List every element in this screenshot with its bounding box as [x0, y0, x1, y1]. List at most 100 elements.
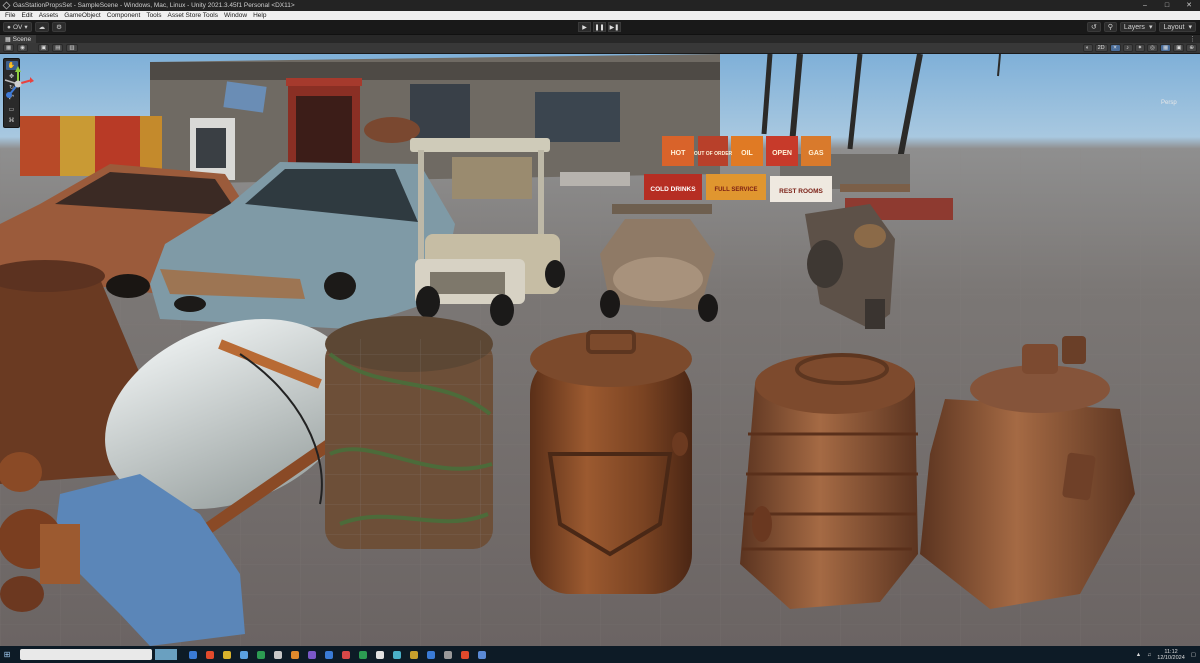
window-title: GasStationPropsSet - SampleScene - Windo… — [13, 2, 295, 9]
chevron-down-icon: ▾ — [24, 24, 28, 31]
tab-scene-label: Scene — [12, 35, 32, 43]
app-icon[interactable] — [444, 650, 452, 659]
app-icon[interactable] — [393, 650, 401, 659]
effects-toggle[interactable]: ✦ — [1134, 44, 1146, 52]
title-bar: GasStationPropsSet - SampleScene - Windo… — [0, 0, 1200, 11]
system-tray: ▲ ♫ 11:12 12/10/2024 ▢ — [1136, 646, 1196, 663]
app-icon[interactable] — [308, 650, 316, 659]
app-icon[interactable] — [342, 650, 350, 659]
app-icon[interactable] — [461, 650, 469, 659]
menu-help[interactable]: Help — [253, 12, 266, 19]
audio-toggle[interactable]: ♪ — [1122, 44, 1133, 52]
scene-left-button-5[interactable]: ▥ — [66, 44, 78, 52]
cloud-button[interactable]: ☁ — [34, 22, 50, 32]
pause-button[interactable]: ❚❚ — [593, 22, 606, 32]
sign-out-of-order: OUT OF ORDER — [694, 151, 733, 157]
orientation-gizmo[interactable] — [0, 66, 36, 110]
step-button[interactable]: ▶❚ — [608, 22, 621, 32]
unity-app-icon[interactable] — [427, 650, 435, 659]
volume-icon[interactable]: ♫ — [1147, 652, 1151, 658]
scene-viewport[interactable]: HOT OUT OF ORDER OIL OPEN GAS COLD DRINK… — [0, 54, 1200, 646]
collab-button[interactable]: ⚙ — [52, 22, 66, 32]
lighting-toggle[interactable]: ☀ — [1109, 44, 1121, 52]
scene-left-button-4[interactable]: ▤ — [52, 44, 64, 52]
layout-dropdown[interactable]: Layout ▾ — [1159, 22, 1196, 32]
scene-left-button-3[interactable]: ▣ — [38, 44, 50, 52]
app-icon[interactable] — [223, 650, 231, 659]
layers-label: Layers — [1123, 23, 1145, 31]
menu-asset-store-tools[interactable]: Asset Store Tools — [168, 12, 218, 19]
menu-tools[interactable]: Tools — [146, 12, 161, 19]
app-icon[interactable] — [274, 650, 282, 659]
app-icon[interactable] — [359, 650, 367, 659]
play-button[interactable]: ▶ — [578, 22, 591, 32]
draw-mode-button[interactable]: ◐ — [1082, 44, 1093, 52]
taskbar-clock[interactable]: 11:12 12/10/2024 — [1157, 649, 1185, 661]
scene-toolbar-right: ◐ 2D ☀ ♪ ✦ ◎ ▦ ▣ ⊕ — [1082, 44, 1197, 52]
close-button[interactable]: ✕ — [1178, 0, 1200, 11]
start-button[interactable]: ⊞ — [0, 649, 14, 661]
taskbar-widget[interactable] — [155, 649, 177, 660]
gear-icon: ⚙ — [56, 24, 62, 31]
overlays-button[interactable]: ⊕ — [1186, 44, 1197, 52]
rust-barrel-2 — [740, 353, 918, 609]
table — [560, 172, 630, 186]
search-icon: ⚲ — [1107, 24, 1113, 31]
sign-open: OPEN — [772, 150, 792, 157]
app-icon[interactable] — [206, 650, 214, 659]
app-icon[interactable] — [478, 650, 486, 659]
app-icon[interactable] — [410, 650, 418, 659]
minimize-button[interactable]: – — [1134, 0, 1156, 11]
network-icon[interactable]: ▲ — [1136, 652, 1141, 658]
menu-window[interactable]: Window — [224, 12, 247, 19]
maximize-button[interactable]: □ — [1156, 0, 1178, 11]
app-icon[interactable] — [291, 650, 299, 659]
sign-hot: HOT — [671, 150, 687, 157]
unity-logo-icon — [2, 1, 11, 10]
sign-full-service: FULL SERVICE — [714, 187, 757, 193]
search-button[interactable]: ⚲ — [1103, 22, 1117, 32]
clock-date: 12/10/2024 — [1157, 654, 1185, 661]
scene-left-button-1[interactable]: ▦ — [3, 44, 15, 52]
app-icon[interactable] — [189, 650, 197, 659]
layout-label: Layout — [1163, 23, 1185, 31]
menu-gameobject[interactable]: GameObject — [64, 12, 101, 19]
projection-label[interactable]: Persp — [1161, 100, 1177, 106]
gizmos-button[interactable]: ▣ — [1173, 44, 1185, 52]
sign-cold-drinks: COLD DRINKS — [650, 186, 696, 193]
windows-start-icon: ⊞ — [3, 650, 11, 659]
account-dropdown[interactable]: ● OV ▾ — [3, 22, 32, 32]
menu-component[interactable]: Component — [107, 12, 141, 19]
notifications-icon[interactable]: ▢ — [1191, 652, 1196, 658]
scene-toolbar: ▦ ◉ ▣ ▤ ▥ ◐ 2D ☀ ♪ ✦ ◎ ▦ ▣ ⊕ — [0, 43, 1200, 54]
visibility-toggle[interactable]: ◎ — [1147, 44, 1158, 52]
cloud-icon: ☁ — [38, 24, 46, 31]
dead-trees — [761, 54, 1001, 160]
signs-row-2: COLD DRINKS FULL SERVICE REST ROOMS — [644, 174, 832, 202]
taskbar-search[interactable] — [20, 649, 152, 660]
account-label: OV — [12, 23, 23, 31]
camera-button[interactable]: ▦ — [1159, 44, 1172, 52]
layers-dropdown[interactable]: Layers ▾ — [1119, 22, 1157, 32]
scene-render: HOT OUT OF ORDER OIL OPEN GAS COLD DRINK… — [0, 54, 1200, 646]
play-controls: ▶ ❚❚ ▶❚ — [578, 22, 621, 32]
history-button[interactable]: ↺ — [1086, 22, 1101, 32]
scene-tab-row: ▦ Scene ⋮ — [0, 34, 1200, 44]
scene-icon: ▦ — [5, 36, 11, 43]
app-icon[interactable] — [257, 650, 265, 659]
scene-left-button-2[interactable]: ◉ — [17, 44, 29, 52]
2d-toggle[interactable]: 2D — [1094, 44, 1108, 52]
shelf — [840, 184, 910, 192]
app-icon[interactable] — [376, 650, 384, 659]
menu-assets[interactable]: Assets — [39, 12, 59, 19]
sign-rest-rooms: REST ROOMS — [779, 188, 823, 195]
app-icon[interactable] — [325, 650, 333, 659]
taskbar-apps — [189, 650, 486, 659]
window-controls: – □ ✕ — [1134, 0, 1200, 11]
menu-file[interactable]: File — [5, 12, 15, 19]
menu-edit[interactable]: Edit — [21, 12, 32, 19]
signs-row-1: HOT OUT OF ORDER OIL OPEN GAS — [662, 136, 831, 166]
transform-tool-button[interactable]: ⌘ — [6, 116, 18, 125]
more-options-icon[interactable]: ⋮ — [1189, 35, 1196, 43]
app-icon[interactable] — [240, 650, 248, 659]
